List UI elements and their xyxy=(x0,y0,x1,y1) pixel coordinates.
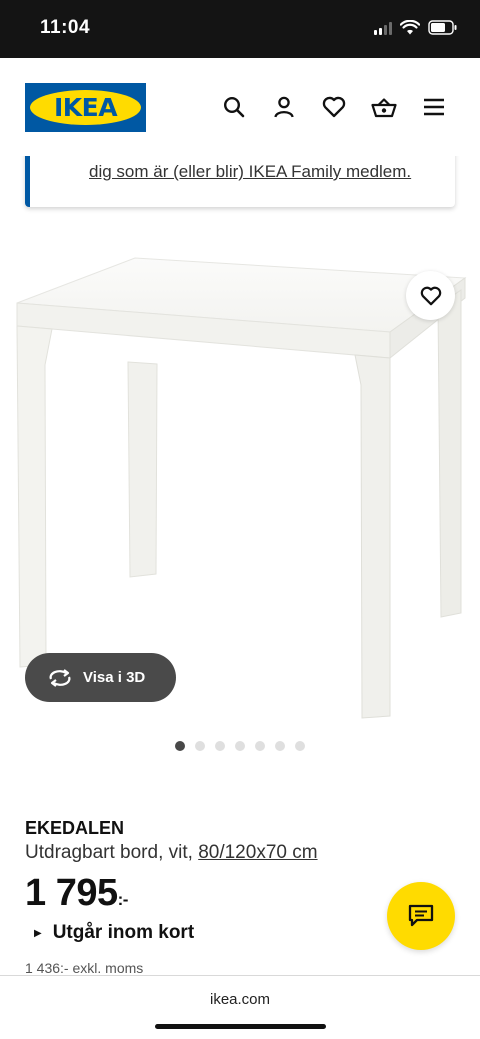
family-banner-link[interactable]: dig som är (eller blir) IKEA Family medl… xyxy=(89,162,411,182)
price-value: 1 795 xyxy=(25,872,118,914)
menu-icon[interactable] xyxy=(421,94,447,120)
battery-icon xyxy=(428,20,457,35)
user-icon[interactable] xyxy=(271,94,297,120)
carousel-dot[interactable] xyxy=(295,741,305,751)
heart-icon[interactable] xyxy=(321,94,347,120)
caret-right-icon: ▶ xyxy=(34,927,42,939)
carousel-dot[interactable] xyxy=(175,741,185,751)
product-price: 1 795:- xyxy=(25,872,128,915)
product-name: EKEDALEN xyxy=(25,818,125,838)
carousel-dot[interactable] xyxy=(275,741,285,751)
search-icon[interactable] xyxy=(221,94,247,120)
price-suffix: :- xyxy=(117,890,129,909)
basket-icon[interactable] xyxy=(371,94,397,120)
view-3d-button[interactable]: Visa i 3D xyxy=(25,653,176,702)
heart-icon xyxy=(420,286,441,305)
carousel-dots xyxy=(175,741,305,751)
status-bar: 11:04 xyxy=(0,0,480,58)
logo-oval: IKEA xyxy=(30,90,141,125)
favorite-button[interactable] xyxy=(406,271,455,320)
carousel-dot[interactable] xyxy=(215,741,225,751)
product-description-text: Utdragbart bord, vit, xyxy=(25,842,193,863)
cellular-signal-icon xyxy=(374,21,392,35)
product-dimensions-link[interactable]: 80/120x70 cm xyxy=(198,842,317,863)
chat-icon xyxy=(408,904,434,927)
status-icons xyxy=(374,20,458,35)
url-text[interactable]: ikea.com xyxy=(0,991,480,1008)
site-header: IKEA xyxy=(0,58,480,156)
status-time: 11:04 xyxy=(40,17,91,38)
excl-vat-price: 1 436:- exkl. moms xyxy=(25,960,144,976)
product-description: Utdragbart bord, vit, 80/120x70 cm xyxy=(25,842,318,864)
ikea-logo[interactable]: IKEA xyxy=(25,83,146,132)
chat-button[interactable] xyxy=(387,882,455,950)
rotate-3d-icon xyxy=(49,668,71,687)
home-indicator[interactable] xyxy=(155,1024,326,1029)
carousel-dot[interactable] xyxy=(235,741,245,751)
wifi-icon xyxy=(400,20,420,35)
logo-text: IKEA xyxy=(53,93,118,122)
browser-url-bar: ikea.com xyxy=(0,975,480,1039)
header-icons xyxy=(221,94,447,120)
carousel-dot[interactable] xyxy=(255,741,265,751)
stock-status[interactable]: ▶ Utgår inom kort xyxy=(34,922,194,944)
carousel-dot[interactable] xyxy=(195,741,205,751)
stock-status-text: Utgår inom kort xyxy=(52,922,195,943)
view-3d-label: Visa i 3D xyxy=(83,669,146,686)
